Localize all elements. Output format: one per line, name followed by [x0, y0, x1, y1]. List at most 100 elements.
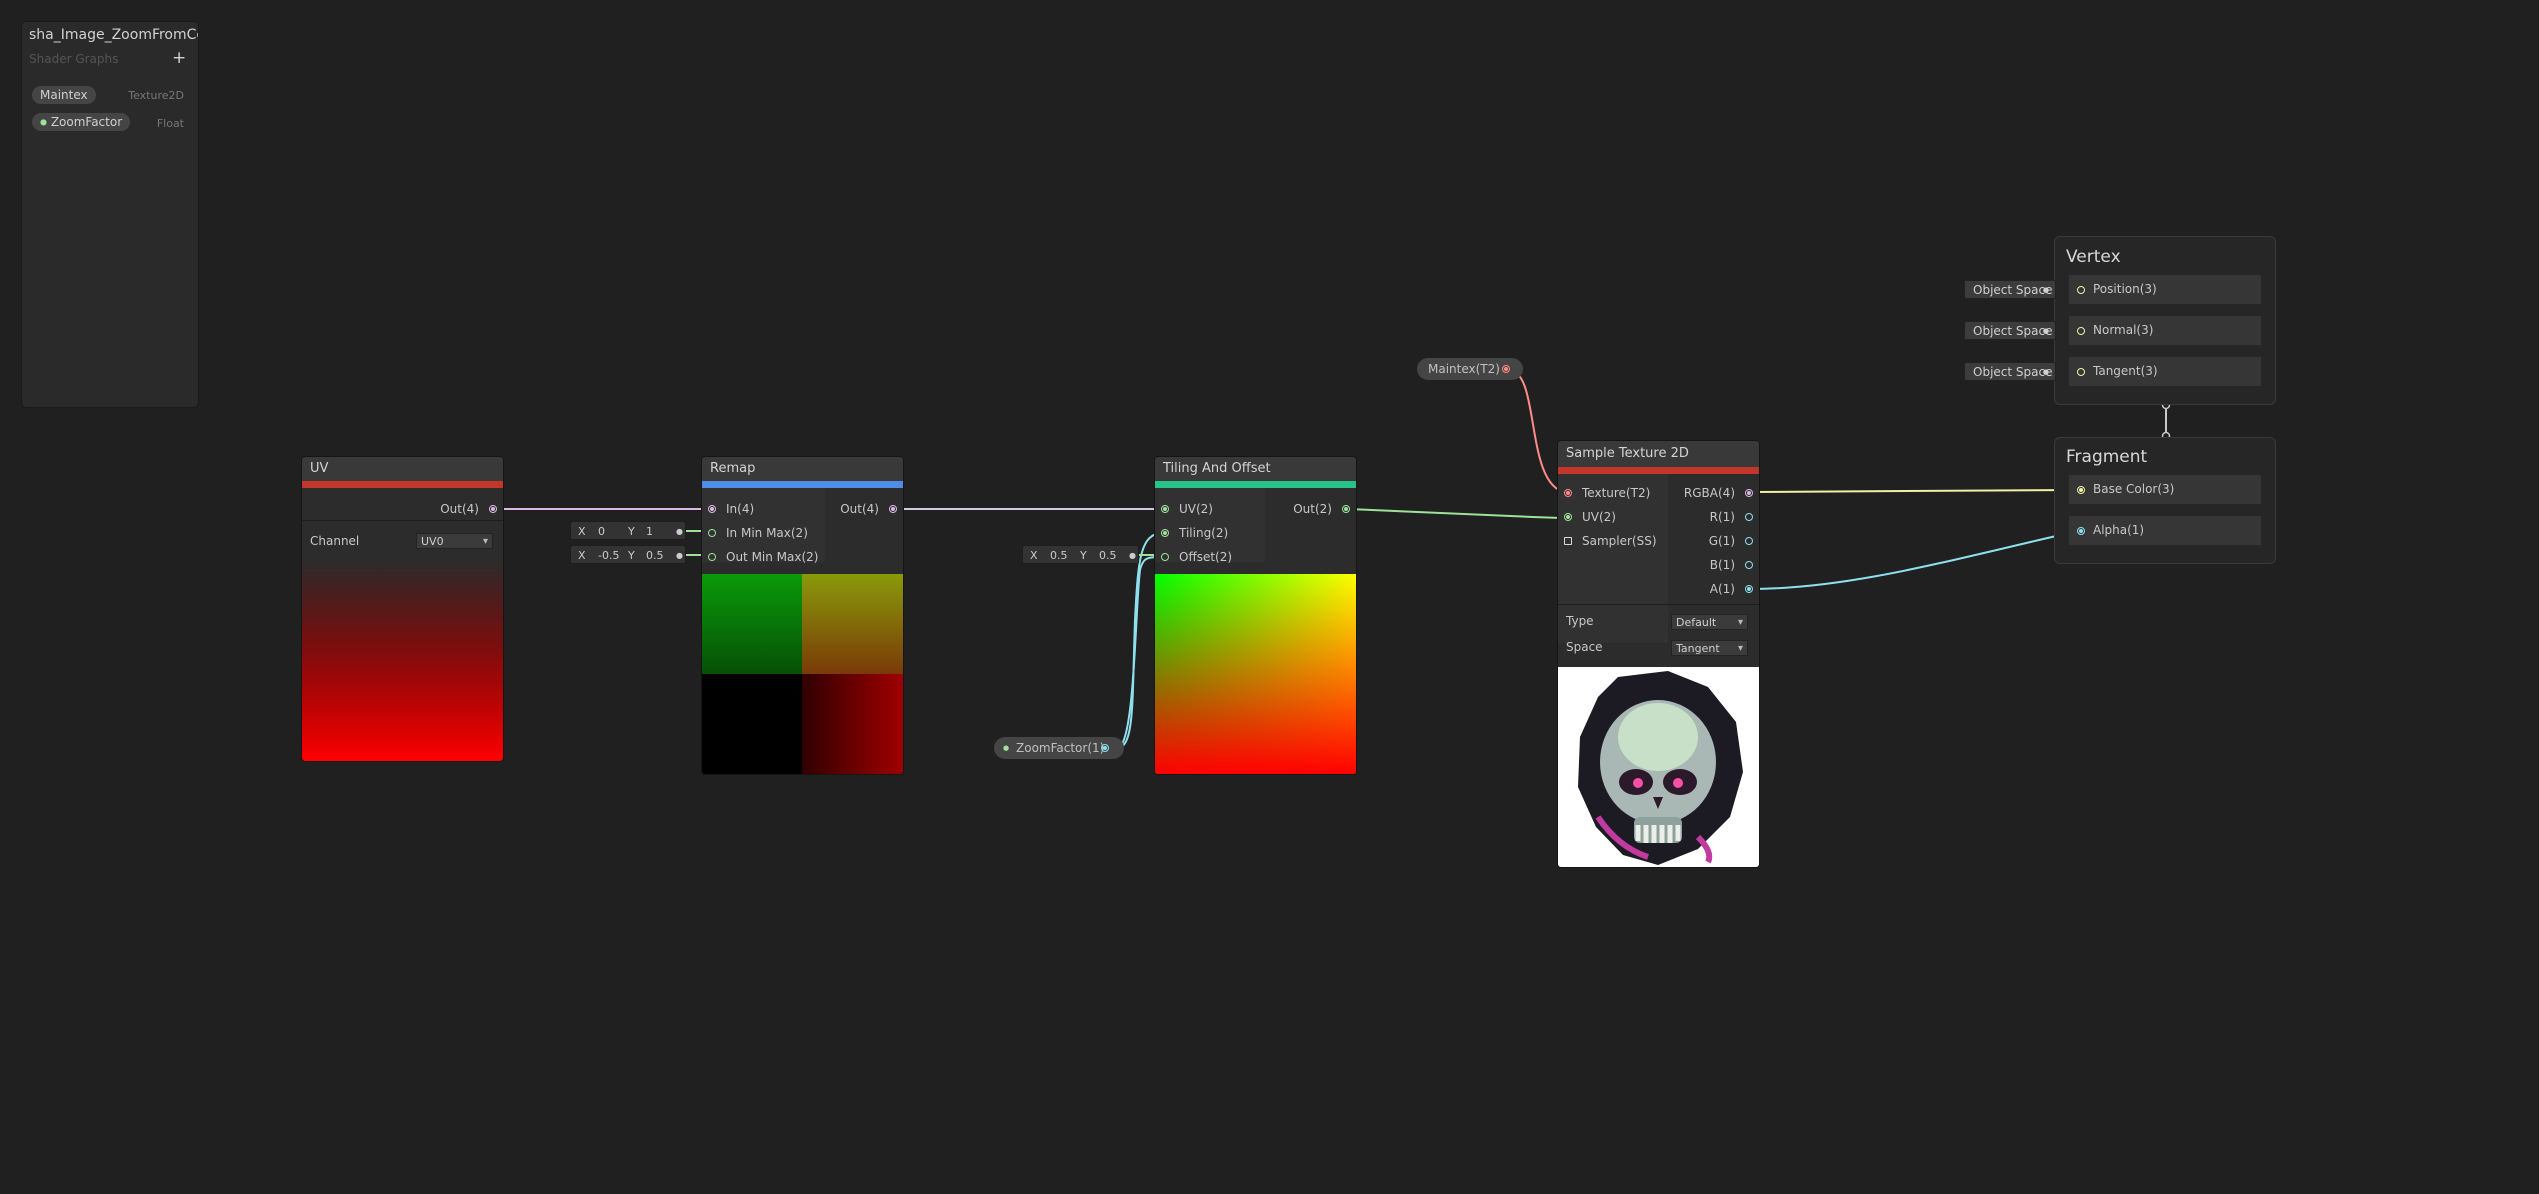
slot-label: Alpha(1)	[2093, 523, 2145, 537]
blackboard-property-zoomfactor[interactable]: ● ZoomFactor	[32, 113, 131, 131]
sample-r-port[interactable]	[1745, 513, 1753, 521]
tangent-object-space-field[interactable]: Object Space ●	[1964, 362, 2056, 381]
remap-in-min-max-field[interactable]: X 0 Y 1 ●	[570, 521, 686, 540]
wire-tiling-to-sample[interactable]	[1348, 508, 1562, 519]
tiling-and-offset-node[interactable]: Tiling And Offset UV(2) Tiling(2) Offset…	[1154, 456, 1357, 775]
node-title: Tiling And Offset	[1155, 457, 1356, 481]
vertex-context[interactable]: Vertex Position(3) Normal(3) Tangent(3)	[2054, 236, 2276, 405]
y-value[interactable]: 1	[646, 522, 653, 541]
wire-alpha-to-alpha[interactable]	[1749, 530, 2079, 590]
slot-label: Normal(3)	[2093, 323, 2154, 337]
zoomfactor-property-node[interactable]: ● ZoomFactor(1)	[994, 737, 1124, 759]
slot-label: Position(3)	[2093, 282, 2157, 296]
blackboard-subtitle: Shader Graphs	[29, 52, 119, 66]
node-accent-bar	[1558, 467, 1759, 474]
x-value[interactable]: 0.5	[1050, 546, 1068, 565]
remap-in-port[interactable]	[708, 505, 716, 513]
sample-sampler-port[interactable]	[1564, 537, 1572, 545]
uv-out-label: Out(4)	[440, 502, 479, 516]
fragment-alpha-slot[interactable]: Alpha(1)	[2069, 516, 2261, 545]
sample-a-label: A(1)	[1709, 582, 1735, 596]
vertex-position-slot[interactable]: Position(3)	[2069, 275, 2261, 304]
remap-out-port[interactable]	[889, 505, 897, 513]
slot-label: Base Color(3)	[2093, 482, 2175, 496]
normal-object-space-field[interactable]: Object Space ●	[1964, 321, 2056, 340]
maintex-property-node[interactable]: Maintex(T2)	[1417, 358, 1523, 380]
slot-label: Tangent(3)	[2093, 364, 2158, 378]
node-accent-bar	[702, 481, 903, 488]
tiling-uv-port[interactable]	[1161, 505, 1169, 513]
tiling-preview	[1155, 574, 1356, 774]
port-dot-icon: ●	[676, 551, 683, 560]
tiling-offset-port[interactable]	[1161, 553, 1169, 561]
position-object-space-field[interactable]: Object Space ●	[1964, 280, 2056, 299]
position-port[interactable]	[2077, 286, 2085, 294]
tiling-out-port[interactable]	[1342, 505, 1350, 513]
vertex-normal-slot[interactable]: Normal(3)	[2069, 316, 2261, 345]
space-label: Object Space	[1973, 324, 2053, 338]
base-color-port[interactable]	[2077, 486, 2085, 494]
maintex-out-port[interactable]	[1502, 365, 1510, 373]
sample-sampler-label: Sampler(SS)	[1582, 534, 1657, 548]
sample-preview	[1558, 667, 1759, 867]
remap-out-min-max-label: Out Min Max(2)	[726, 550, 819, 564]
vertex-title: Vertex	[2066, 247, 2121, 267]
remap-preview	[702, 574, 903, 774]
tangent-port[interactable]	[2077, 368, 2085, 376]
y-label: Y	[628, 549, 635, 562]
tiling-tiling-port[interactable]	[1161, 529, 1169, 537]
type-label: Type	[1566, 614, 1594, 628]
sample-texture-label: Texture(T2)	[1582, 486, 1651, 500]
wire-rgba-to-basecolor[interactable]	[1749, 489, 2079, 493]
channel-label: Channel	[310, 534, 360, 548]
uv-out-port[interactable]	[489, 505, 497, 513]
space-dropdown[interactable]: Tangent	[1671, 640, 1748, 657]
blackboard-panel[interactable]: sha_Image_ZoomFromCenter Shader Graphs +…	[21, 21, 199, 408]
fragment-context[interactable]: Fragment Base Color(3) Alpha(1)	[2054, 437, 2276, 564]
tiling-out-label: Out(2)	[1293, 502, 1332, 516]
property-type: Texture2D	[128, 89, 184, 102]
sample-uv-label: UV(2)	[1582, 510, 1616, 524]
y-value[interactable]: 0.5	[1099, 546, 1117, 565]
remap-in-label: In(4)	[726, 502, 755, 516]
sample-b-port[interactable]	[1745, 561, 1753, 569]
type-dropdown[interactable]: Default	[1671, 614, 1748, 631]
sample-uv-port[interactable]	[1564, 513, 1572, 521]
remap-node[interactable]: Remap In(4) In Min Max(2) Out Min Max(2)…	[701, 456, 904, 775]
uv-preview	[302, 560, 503, 761]
blackboard-property-maintex[interactable]: Maintex	[32, 86, 96, 104]
node-accent-bar	[302, 481, 503, 488]
sample-g-port[interactable]	[1745, 537, 1753, 545]
port-dot-icon: ●	[676, 527, 683, 536]
remap-out-min-max-field[interactable]: X -0.5 Y 0.5 ●	[570, 545, 686, 564]
add-property-button[interactable]: +	[172, 48, 186, 68]
port-dot-icon: ●	[2042, 327, 2049, 335]
port-dot-icon: ●	[1129, 551, 1136, 560]
exposed-dot-icon: ●	[40, 117, 47, 127]
vertex-tangent-slot[interactable]: Tangent(3)	[2069, 357, 2261, 386]
uv-node[interactable]: UV Out(4) Channel UV0	[301, 456, 504, 762]
y-label: Y	[628, 525, 635, 538]
zoomfactor-out-port[interactable]	[1101, 744, 1109, 752]
sample-rgba-port[interactable]	[1745, 489, 1753, 497]
node-accent-bar	[1155, 481, 1356, 488]
sample-r-label: R(1)	[1709, 510, 1735, 524]
sample-a-port[interactable]	[1745, 585, 1753, 593]
fragment-base-color-slot[interactable]: Base Color(3)	[2069, 475, 2261, 504]
remap-in-min-max-port[interactable]	[708, 529, 716, 537]
x-value[interactable]: -0.5	[598, 546, 619, 565]
sample-rgba-label: RGBA(4)	[1683, 486, 1735, 500]
alpha-port[interactable]	[2077, 527, 2085, 535]
property-node-label: ZoomFactor(1)	[1016, 741, 1105, 755]
normal-port[interactable]	[2077, 327, 2085, 335]
y-value[interactable]: 0.5	[646, 546, 664, 565]
sample-texture-2d-node[interactable]: Sample Texture 2D Texture(T2) UV(2) Samp…	[1557, 440, 1760, 868]
sample-texture-port[interactable]	[1564, 489, 1572, 497]
channel-dropdown[interactable]: UV0	[416, 533, 493, 550]
property-name: Maintex	[40, 88, 88, 102]
property-name: ZoomFactor	[50, 115, 123, 129]
x-value[interactable]: 0	[598, 522, 605, 541]
tiling-offset-field[interactable]: X 0.5 Y 0.5 ●	[1022, 545, 1139, 564]
property-node-label: Maintex(T2)	[1428, 362, 1500, 376]
remap-out-min-max-port[interactable]	[708, 553, 716, 561]
